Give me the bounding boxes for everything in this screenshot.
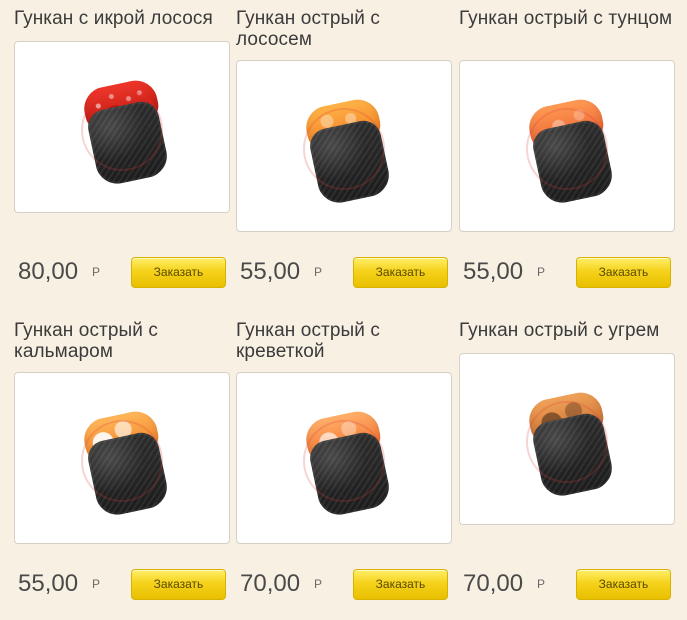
product-card: Гункан с икрой лосося 80,00 Р Заказать: [14, 8, 236, 308]
product-title[interactable]: Гункан острый с креветкой: [236, 320, 454, 362]
price-value: 55,00: [463, 258, 524, 285]
currency-label: Р: [537, 577, 546, 591]
price-value: 55,00: [18, 570, 79, 597]
order-button[interactable]: Заказать: [353, 569, 448, 600]
price-row: 80,00 Р Заказать: [14, 254, 228, 290]
product-image[interactable]: [14, 41, 230, 213]
product-title[interactable]: Гункан острый с кальмаром: [14, 320, 232, 362]
price-row: 70,00 Р Заказать: [459, 566, 673, 602]
nori-wrap: [529, 117, 616, 208]
price-value: 70,00: [463, 570, 524, 597]
sushi-illustration: [68, 67, 175, 194]
product-image[interactable]: [236, 60, 452, 232]
sushi-illustration: [290, 86, 397, 213]
order-button[interactable]: Заказать: [576, 569, 671, 600]
price-row: 55,00 Р Заказать: [459, 254, 673, 290]
product-image[interactable]: [236, 372, 452, 544]
product-image[interactable]: [459, 353, 675, 525]
currency-label: Р: [92, 577, 101, 591]
currency-label: Р: [314, 265, 323, 279]
product-title[interactable]: Гункан острый с лососем: [236, 8, 454, 50]
currency-label: Р: [92, 265, 101, 279]
price-row: 55,00 Р Заказать: [236, 254, 450, 290]
product-title[interactable]: Гункан с икрой лосося: [14, 8, 232, 29]
nori-wrap: [84, 98, 171, 189]
sushi-illustration: [513, 86, 620, 213]
sushi-illustration: [68, 398, 175, 525]
product-card: Гункан острый с лососем 55,00 Р Заказать: [236, 8, 458, 308]
price-value: 70,00: [240, 570, 301, 597]
price-row: 70,00 Р Заказать: [236, 566, 450, 602]
nori-wrap: [84, 429, 171, 520]
product-grid: Гункан с икрой лосося 80,00 Р Заказать Г…: [0, 0, 687, 611]
sushi-illustration: [290, 398, 397, 525]
currency-label: Р: [537, 265, 546, 279]
order-button[interactable]: Заказать: [353, 257, 448, 288]
order-button[interactable]: Заказать: [131, 569, 226, 600]
order-button[interactable]: Заказать: [576, 257, 671, 288]
product-title[interactable]: Гункан острый с угрем: [459, 320, 677, 341]
price-value: 80,00: [18, 258, 79, 285]
currency-label: Р: [314, 577, 323, 591]
nori-wrap: [306, 429, 393, 520]
price-row: 55,00 Р Заказать: [14, 566, 228, 602]
product-image[interactable]: [459, 60, 675, 232]
nori-wrap: [529, 410, 616, 501]
product-image[interactable]: [14, 372, 230, 544]
nori-wrap: [306, 117, 393, 208]
order-button[interactable]: Заказать: [131, 257, 226, 288]
price-value: 55,00: [240, 258, 301, 285]
sushi-illustration: [513, 379, 620, 506]
product-title[interactable]: Гункан острый с тунцом: [459, 8, 677, 29]
product-card: Гункан острый с креветкой 70,00 Р Заказа…: [236, 320, 458, 620]
product-card: Гункан острый с кальмаром 55,00 Р Заказа…: [14, 320, 236, 620]
product-card: Гункан острый с угрем 70,00 Р Заказать: [459, 320, 681, 620]
product-card: Гункан острый с тунцом 55,00 Р Заказать: [459, 8, 681, 308]
